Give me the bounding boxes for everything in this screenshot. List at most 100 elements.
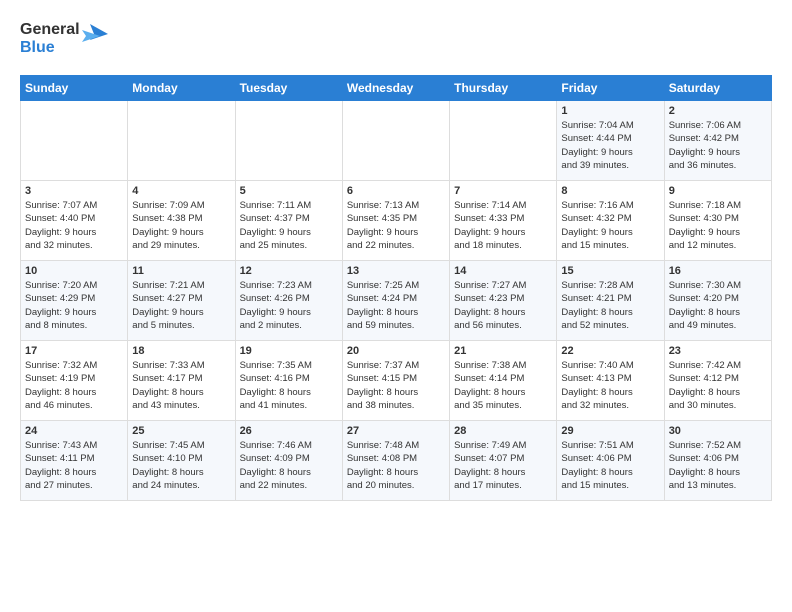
day-number: 13: [347, 265, 445, 277]
day-cell: 19 Sunrise: 7:35 AM Sunset: 4:16 PM Dayli…: [235, 341, 342, 421]
day-cell: 29 Sunrise: 7:51 AM Sunset: 4:06 PM Dayli…: [557, 421, 664, 501]
day-cell: 28 Sunrise: 7:49 AM Sunset: 4:07 PM Dayli…: [450, 421, 557, 501]
header: General Blue: [20, 16, 772, 67]
day-info: Sunrise: 7:07 AM Sunset: 4:40 PM Dayligh…: [25, 199, 123, 252]
day-cell: 16 Sunrise: 7:30 AM Sunset: 4:20 PM Dayli…: [664, 261, 771, 341]
day-cell: 6 Sunrise: 7:13 AM Sunset: 4:35 PM Daylig…: [342, 181, 449, 261]
day-cell: [235, 101, 342, 181]
day-number: 5: [240, 185, 338, 197]
day-info: Sunrise: 7:20 AM Sunset: 4:29 PM Dayligh…: [25, 279, 123, 332]
day-number: 12: [240, 265, 338, 277]
day-cell: 22Sunrise: 7:40 AM Sunset: 4:13 PM Dayli…: [557, 341, 664, 421]
day-number: 19: [240, 345, 338, 357]
day-info: Sunrise: 7:52 AM Sunset: 4:06 PM Dayligh…: [669, 439, 767, 492]
day-number: 4: [132, 185, 230, 197]
day-info: Sunrise: 7:16 AM Sunset: 4:32 PM Dayligh…: [561, 199, 659, 252]
day-number: 3: [25, 185, 123, 197]
day-cell: 8 Sunrise: 7:16 AM Sunset: 4:32 PM Daylig…: [557, 181, 664, 261]
day-cell: 30Sunrise: 7:52 AM Sunset: 4:06 PM Dayli…: [664, 421, 771, 501]
day-header-saturday: Saturday: [664, 76, 771, 101]
day-header-monday: Monday: [128, 76, 235, 101]
week-row-4: 17 Sunrise: 7:32 AM Sunset: 4:19 PM Dayli…: [21, 341, 772, 421]
day-info: Sunrise: 7:09 AM Sunset: 4:38 PM Dayligh…: [132, 199, 230, 252]
day-header-sunday: Sunday: [21, 76, 128, 101]
day-number: 11: [132, 265, 230, 277]
day-cell: 27Sunrise: 7:48 AM Sunset: 4:08 PM Dayli…: [342, 421, 449, 501]
day-number: 28: [454, 425, 552, 437]
day-header-thursday: Thursday: [450, 76, 557, 101]
day-info: Sunrise: 7:42 AM Sunset: 4:12 PM Dayligh…: [669, 359, 767, 412]
day-info: Sunrise: 7:28 AM Sunset: 4:21 PM Dayligh…: [561, 279, 659, 332]
day-cell: 2Sunrise: 7:06 AM Sunset: 4:42 PM Daylig…: [664, 101, 771, 181]
calendar-table: SundayMondayTuesdayWednesdayThursdayFrid…: [20, 75, 772, 501]
day-cell: [128, 101, 235, 181]
day-cell: 13Sunrise: 7:25 AM Sunset: 4:24 PM Dayli…: [342, 261, 449, 341]
day-number: 24: [25, 425, 123, 437]
day-number: 16: [669, 265, 767, 277]
day-cell: 9Sunrise: 7:18 AM Sunset: 4:30 PM Daylig…: [664, 181, 771, 261]
day-cell: 20Sunrise: 7:37 AM Sunset: 4:15 PM Dayli…: [342, 341, 449, 421]
day-number: 1: [561, 105, 659, 117]
week-row-2: 3 Sunrise: 7:07 AM Sunset: 4:40 PM Daylig…: [21, 181, 772, 261]
day-info: Sunrise: 7:04 AM Sunset: 4:44 PM Dayligh…: [561, 119, 659, 172]
day-cell: 4 Sunrise: 7:09 AM Sunset: 4:38 PM Daylig…: [128, 181, 235, 261]
day-info: Sunrise: 7:32 AM Sunset: 4:19 PM Dayligh…: [25, 359, 123, 412]
page: General Blue SundayMondayTuesdayWednesda…: [0, 0, 792, 511]
day-info: Sunrise: 7:18 AM Sunset: 4:30 PM Dayligh…: [669, 199, 767, 252]
day-cell: 24Sunrise: 7:43 AM Sunset: 4:11 PM Dayli…: [21, 421, 128, 501]
day-info: Sunrise: 7:35 AM Sunset: 4:16 PM Dayligh…: [240, 359, 338, 412]
day-info: Sunrise: 7:06 AM Sunset: 4:42 PM Dayligh…: [669, 119, 767, 172]
day-info: Sunrise: 7:48 AM Sunset: 4:08 PM Dayligh…: [347, 439, 445, 492]
day-info: Sunrise: 7:14 AM Sunset: 4:33 PM Dayligh…: [454, 199, 552, 252]
day-cell: 5 Sunrise: 7:11 AM Sunset: 4:37 PM Daylig…: [235, 181, 342, 261]
day-info: Sunrise: 7:38 AM Sunset: 4:14 PM Dayligh…: [454, 359, 552, 412]
day-number: 21: [454, 345, 552, 357]
day-info: Sunrise: 7:51 AM Sunset: 4:06 PM Dayligh…: [561, 439, 659, 492]
day-number: 6: [347, 185, 445, 197]
day-number: 17: [25, 345, 123, 357]
svg-text:General: General: [20, 21, 80, 38]
day-number: 18: [132, 345, 230, 357]
day-number: 23: [669, 345, 767, 357]
day-number: 22: [561, 345, 659, 357]
day-cell: 21 Sunrise: 7:38 AM Sunset: 4:14 PM Dayli…: [450, 341, 557, 421]
day-cell: 1 Sunrise: 7:04 AM Sunset: 4:44 PM Daylig…: [557, 101, 664, 181]
day-cell: 23 Sunrise: 7:42 AM Sunset: 4:12 PM Dayli…: [664, 341, 771, 421]
day-header-tuesday: Tuesday: [235, 76, 342, 101]
logo-area: General Blue: [20, 16, 110, 67]
day-number: 8: [561, 185, 659, 197]
day-info: Sunrise: 7:21 AM Sunset: 4:27 PM Dayligh…: [132, 279, 230, 332]
day-info: Sunrise: 7:30 AM Sunset: 4:20 PM Dayligh…: [669, 279, 767, 332]
day-number: 29: [561, 425, 659, 437]
day-info: Sunrise: 7:23 AM Sunset: 4:26 PM Dayligh…: [240, 279, 338, 332]
logo: General Blue: [20, 16, 110, 67]
day-info: Sunrise: 7:46 AM Sunset: 4:09 PM Dayligh…: [240, 439, 338, 492]
day-info: Sunrise: 7:45 AM Sunset: 4:10 PM Dayligh…: [132, 439, 230, 492]
day-number: 7: [454, 185, 552, 197]
day-cell: 14Sunrise: 7:27 AM Sunset: 4:23 PM Dayli…: [450, 261, 557, 341]
day-cell: 26Sunrise: 7:46 AM Sunset: 4:09 PM Dayli…: [235, 421, 342, 501]
day-info: Sunrise: 7:13 AM Sunset: 4:35 PM Dayligh…: [347, 199, 445, 252]
day-cell: 10 Sunrise: 7:20 AM Sunset: 4:29 PM Dayli…: [21, 261, 128, 341]
day-cell: 18 Sunrise: 7:33 AM Sunset: 4:17 PM Dayli…: [128, 341, 235, 421]
day-info: Sunrise: 7:11 AM Sunset: 4:37 PM Dayligh…: [240, 199, 338, 252]
day-cell: 17 Sunrise: 7:32 AM Sunset: 4:19 PM Dayli…: [21, 341, 128, 421]
day-cell: 25Sunrise: 7:45 AM Sunset: 4:10 PM Dayli…: [128, 421, 235, 501]
day-cell: 15 Sunrise: 7:28 AM Sunset: 4:21 PM Dayli…: [557, 261, 664, 341]
day-cell: 3 Sunrise: 7:07 AM Sunset: 4:40 PM Daylig…: [21, 181, 128, 261]
day-info: Sunrise: 7:33 AM Sunset: 4:17 PM Dayligh…: [132, 359, 230, 412]
day-cell: [450, 101, 557, 181]
header-row: SundayMondayTuesdayWednesdayThursdayFrid…: [21, 76, 772, 101]
day-header-wednesday: Wednesday: [342, 76, 449, 101]
day-cell: 7 Sunrise: 7:14 AM Sunset: 4:33 PM Daylig…: [450, 181, 557, 261]
svg-text:Blue: Blue: [20, 39, 55, 56]
day-header-friday: Friday: [557, 76, 664, 101]
day-cell: [342, 101, 449, 181]
day-number: 10: [25, 265, 123, 277]
week-row-3: 10 Sunrise: 7:20 AM Sunset: 4:29 PM Dayli…: [21, 261, 772, 341]
day-number: 15: [561, 265, 659, 277]
day-number: 20: [347, 345, 445, 357]
day-number: 14: [454, 265, 552, 277]
day-cell: 11 Sunrise: 7:21 AM Sunset: 4:27 PM Dayli…: [128, 261, 235, 341]
day-info: Sunrise: 7:49 AM Sunset: 4:07 PM Dayligh…: [454, 439, 552, 492]
